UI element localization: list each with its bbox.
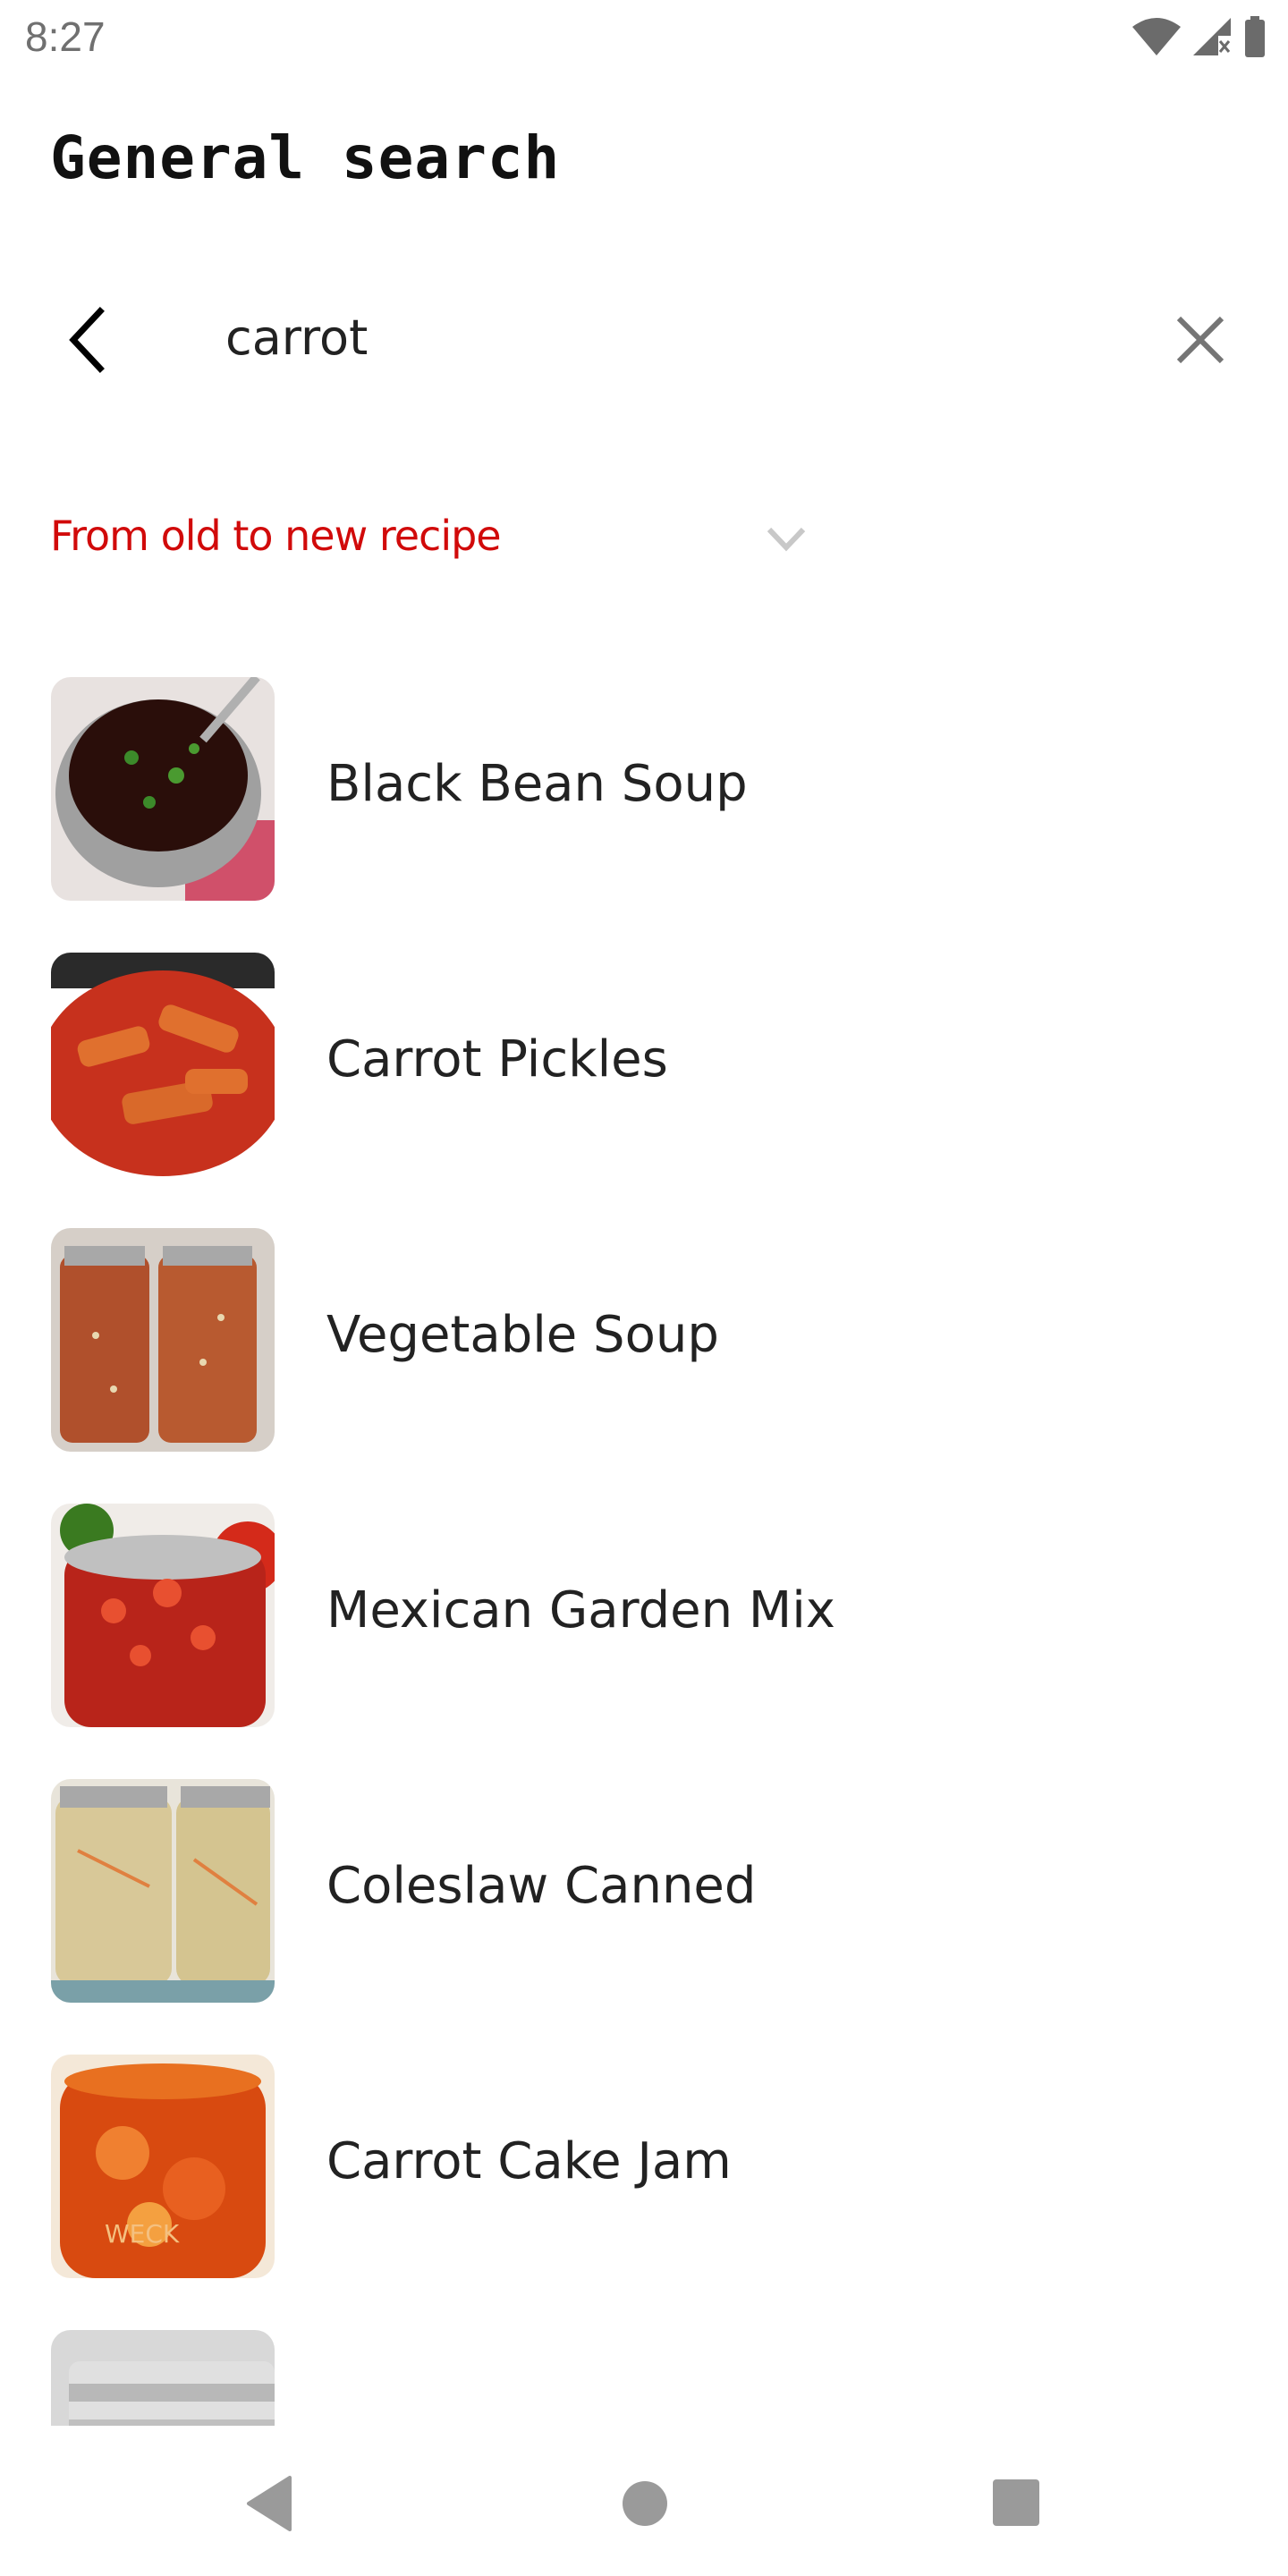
recipe-thumbnail — [51, 1779, 275, 2003]
recipe-title: Carrot Cake Jam — [326, 2132, 732, 2190]
list-item[interactable]: Carrot Pickles — [0, 937, 1288, 1197]
list-item[interactable]: Mexican Garden Mix — [0, 1488, 1288, 1748]
recipe-thumbnail — [51, 2330, 275, 2426]
battery-icon — [1245, 16, 1265, 57]
sort-selected-label: From old to new recipe — [50, 512, 502, 560]
page-title: General search — [50, 123, 561, 192]
list-item[interactable] — [0, 2315, 1288, 2426]
nav-back-button[interactable] — [242, 2472, 304, 2535]
status-icons — [1131, 16, 1267, 57]
recipe-title: Black Bean Soup — [326, 755, 748, 813]
recipe-title: Carrot Pickles — [326, 1030, 668, 1089]
recents-icon — [993, 2479, 1039, 2526]
status-time: 8:27 — [25, 13, 106, 60]
recipe-title: Vegetable Soup — [326, 1306, 719, 1364]
list-item[interactable]: Vegetable Soup — [0, 1213, 1288, 1472]
status-bar: 8:27 — [0, 0, 1288, 75]
sort-dropdown[interactable]: From old to new recipe — [50, 501, 819, 581]
chevron-down-icon — [767, 527, 806, 552]
svg-text:WECK: WECK — [105, 2219, 180, 2249]
list-item[interactable]: Coleslaw Canned — [0, 1764, 1288, 2023]
search-bar — [0, 286, 1288, 389]
recipe-title: Mexican Garden Mix — [326, 1581, 835, 1640]
recipe-thumbnail — [51, 1504, 275, 1727]
close-icon — [1176, 316, 1224, 364]
chevron-left-icon — [69, 307, 105, 373]
nav-recents-button[interactable] — [984, 2472, 1046, 2535]
back-icon — [247, 2476, 292, 2531]
list-item[interactable]: WECK Carrot Cake Jam — [0, 2039, 1288, 2299]
recipe-title: Coleslaw Canned — [326, 1857, 757, 1915]
navigation-bar — [0, 2426, 1288, 2576]
back-button[interactable] — [63, 304, 116, 376]
recipe-thumbnail — [51, 677, 275, 901]
recipe-thumbnail — [51, 953, 275, 1176]
recipe-thumbnail — [51, 1228, 275, 1452]
list-item[interactable]: Black Bean Soup — [0, 662, 1288, 921]
nav-home-button[interactable] — [614, 2472, 676, 2535]
search-input[interactable] — [225, 297, 1120, 377]
home-icon — [623, 2481, 667, 2526]
clear-search-button[interactable] — [1172, 311, 1229, 369]
results-list[interactable]: Black Bean Soup Carrot Pickles Vegetable… — [0, 662, 1288, 2426]
recipe-thumbnail: WECK — [51, 2055, 275, 2278]
wifi-icon — [1132, 18, 1181, 55]
signal-icon — [1193, 18, 1231, 55]
